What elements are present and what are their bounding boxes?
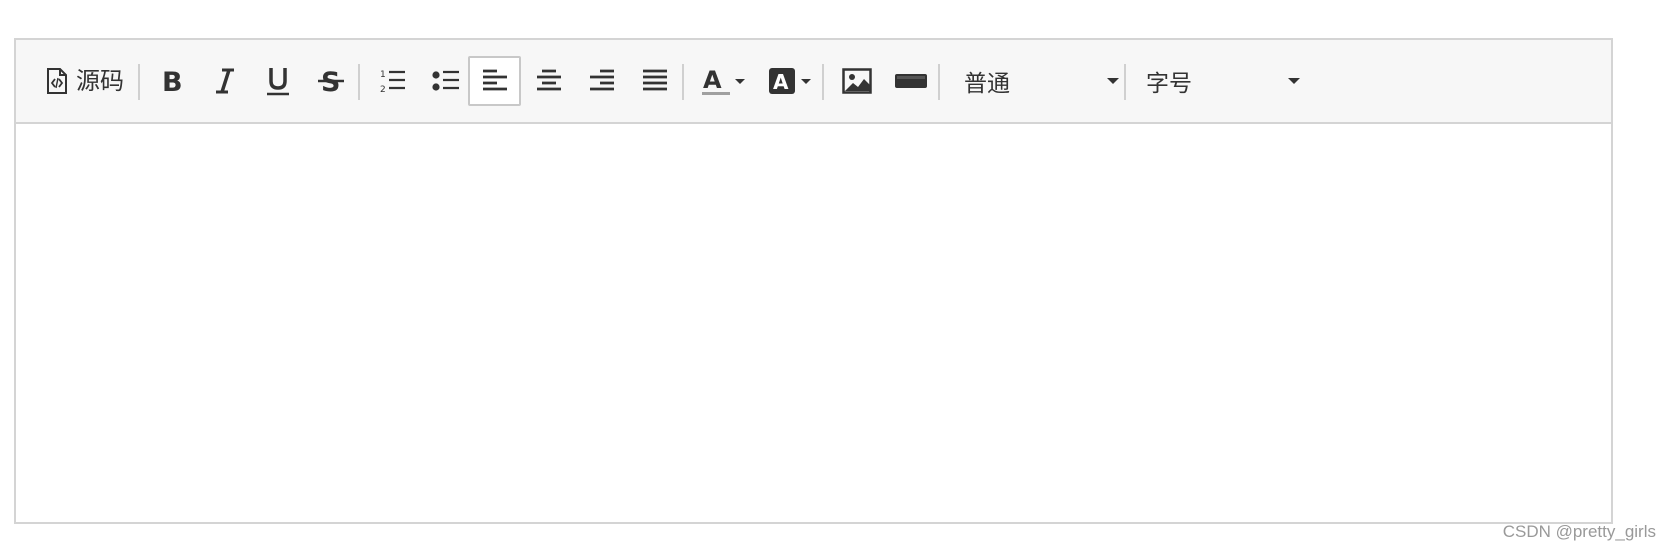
underline-icon — [266, 66, 290, 96]
background-color-icon: A — [769, 66, 813, 96]
rich-text-editor: 源码 B S 1 2 A A 普通 字号 — [14, 38, 1613, 524]
bullet-list-icon — [432, 68, 460, 94]
watermark: CSDN @pretty_girls — [1502, 522, 1656, 541]
source-code-icon — [46, 67, 68, 95]
block-format-select[interactable]: 普通 — [952, 56, 1120, 106]
ordered-list-icon: 1 2 — [380, 68, 406, 94]
align-center-icon — [536, 68, 562, 94]
chevron-down-icon — [1107, 78, 1119, 84]
toolbar-separator — [938, 64, 940, 100]
source-code-label: 源码 — [76, 67, 124, 95]
strikethrough-icon: S — [318, 67, 344, 95]
font-size-select[interactable]: 字号 — [1136, 56, 1300, 106]
svg-text:A: A — [773, 70, 789, 94]
block-format-value: 普通 — [964, 71, 1010, 97]
bullet-list-button[interactable] — [421, 56, 471, 106]
insert-image-button[interactable] — [832, 56, 882, 106]
align-left-button[interactable] — [468, 56, 521, 106]
italic-icon — [214, 67, 236, 95]
justify-button[interactable] — [630, 56, 680, 106]
svg-text:2: 2 — [380, 85, 386, 94]
bold-icon: B — [161, 67, 183, 95]
editor-toolbar: 源码 B S 1 2 A A 普通 字号 — [16, 40, 1611, 124]
align-right-button[interactable] — [577, 56, 627, 106]
background-color-button[interactable]: A — [760, 56, 822, 106]
toolbar-separator — [1124, 64, 1126, 100]
toolbar-separator — [822, 64, 824, 100]
underline-button[interactable] — [253, 56, 303, 106]
chevron-down-icon — [1288, 78, 1300, 84]
italic-button[interactable] — [200, 56, 250, 106]
bold-button[interactable]: B — [147, 56, 197, 106]
horizontal-rule-icon — [894, 71, 928, 91]
align-right-icon — [589, 68, 615, 94]
svg-text:A: A — [703, 66, 722, 94]
font-size-placeholder: 字号 — [1146, 71, 1192, 97]
toolbar-separator — [682, 64, 684, 100]
font-color-button[interactable]: A — [692, 56, 756, 106]
toolbar-separator — [358, 64, 360, 100]
editor-content-area[interactable] — [16, 124, 1611, 522]
align-left-icon — [482, 68, 508, 94]
toolbar-separator — [138, 64, 140, 100]
image-icon — [842, 68, 872, 94]
strikethrough-button[interactable]: S — [306, 56, 356, 106]
svg-text:1: 1 — [380, 70, 386, 80]
ordered-list-button[interactable]: 1 2 — [368, 56, 418, 106]
align-center-button[interactable] — [524, 56, 574, 106]
justify-icon — [642, 68, 668, 94]
horizontal-rule-button[interactable] — [884, 56, 938, 106]
svg-text:B: B — [162, 67, 183, 95]
font-color-icon: A — [702, 66, 746, 96]
